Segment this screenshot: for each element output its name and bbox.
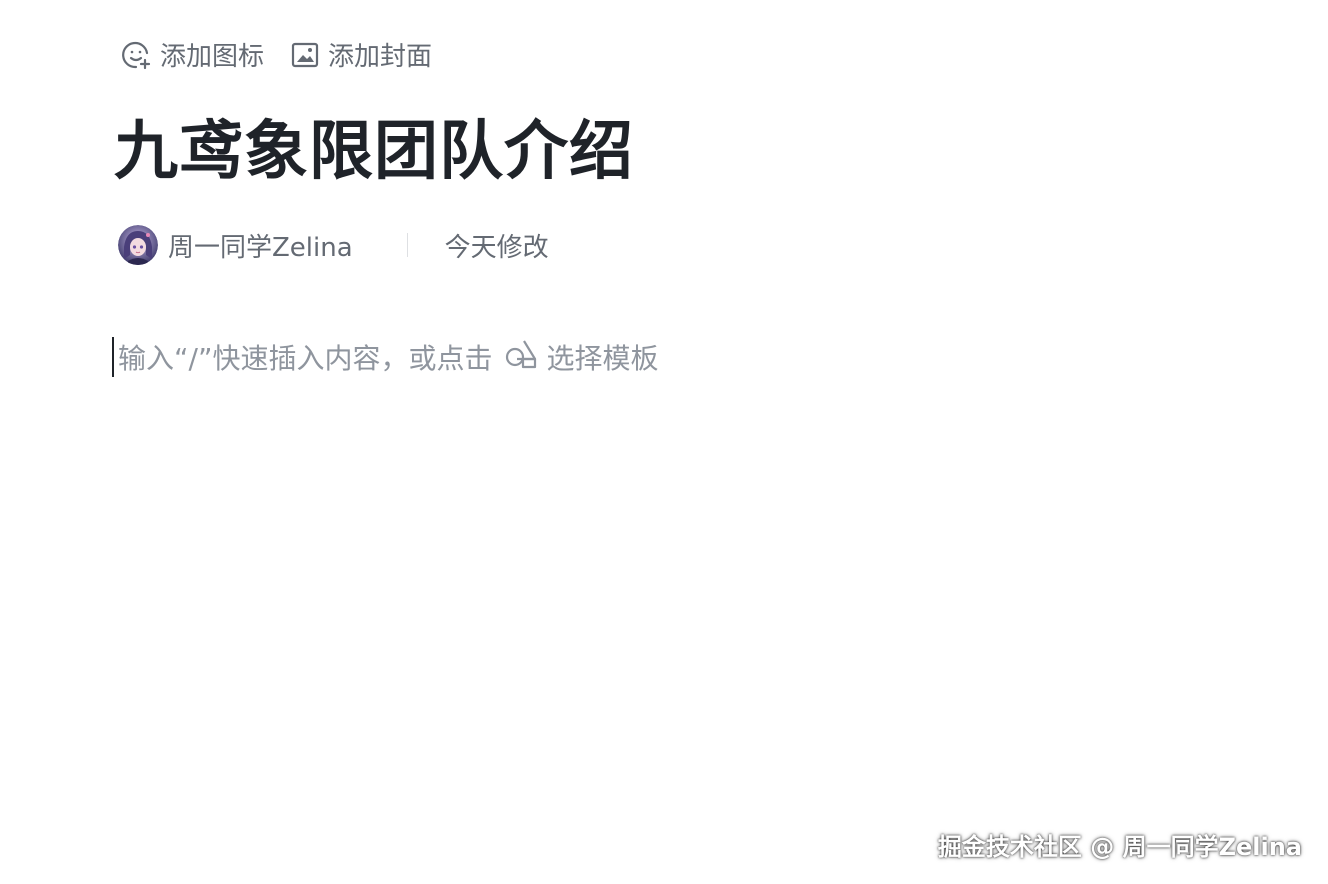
author-name[interactable]: 周一同学Zelina	[168, 227, 353, 264]
document-page: 添加图标 添加封面 九鸢象限团队介绍 周一同学Zelina 今天修改 输入“/”…	[0, 0, 1328, 884]
smiley-plus-icon	[120, 39, 152, 71]
editor-placeholder: 输入“/”快速插入内容，或点击	[118, 342, 493, 375]
document-meta: 周一同学Zelina 今天修改	[118, 224, 549, 266]
add-cover-button[interactable]: 添加封面	[290, 36, 432, 73]
image-icon	[290, 40, 320, 70]
choose-template-label: 选择模板	[546, 342, 659, 375]
author-avatar[interactable]	[118, 225, 158, 265]
text-caret	[112, 337, 114, 377]
editor-body[interactable]: 输入“/”快速插入内容，或点击 选择模板	[112, 336, 658, 378]
watermark: 掘金技术社区 @ 周一同学Zelina	[937, 833, 1302, 861]
add-icon-label: 添加图标	[160, 42, 265, 72]
add-cover-label: 添加封面	[328, 42, 433, 72]
modified-time: 今天修改	[444, 232, 549, 263]
template-shapes-icon	[504, 337, 538, 378]
add-icon-button[interactable]: 添加图标	[120, 36, 264, 73]
choose-template-button[interactable]: 选择模板	[504, 337, 658, 378]
header-actions: 添加图标 添加封面	[120, 36, 432, 73]
document-title[interactable]: 九鸢象限团队介绍	[114, 100, 634, 192]
meta-divider	[406, 233, 408, 257]
